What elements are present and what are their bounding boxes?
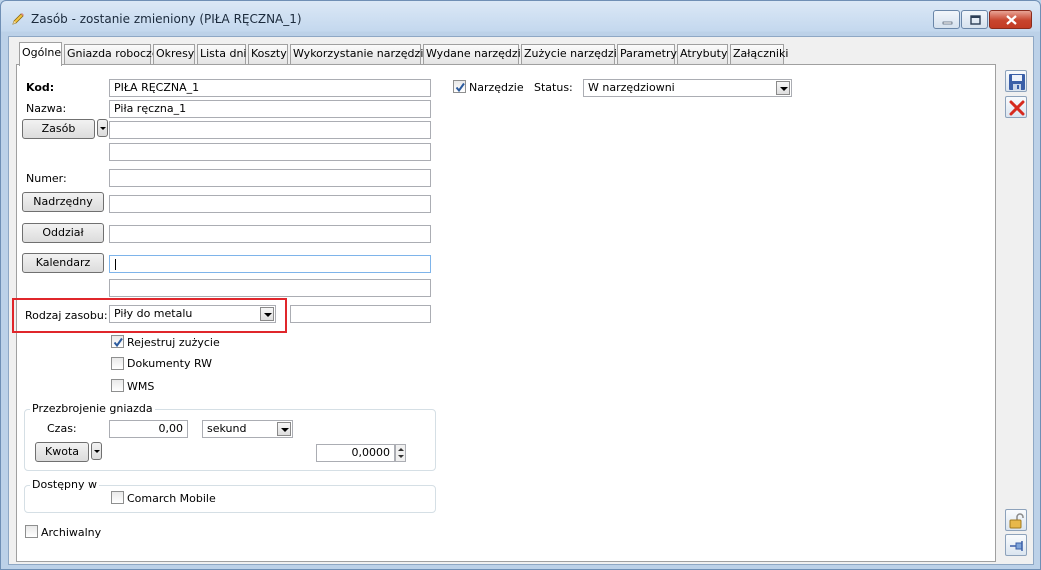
dostepny-group-title: Dostępny w: [30, 478, 99, 491]
pin-button[interactable]: [1005, 534, 1027, 556]
kalendarz-button[interactable]: Kalendarz: [22, 253, 104, 273]
pencil-icon: [10, 11, 26, 27]
oddzial-button-label: Oddział: [42, 226, 84, 239]
tab-wykorzystanie-narzedzia[interactable]: Wykorzystanie narzędzia: [290, 44, 430, 64]
kwota-spinner[interactable]: [395, 444, 406, 462]
chevron-down-icon: [94, 450, 100, 453]
kalendarz-button-label: Kalendarz: [35, 256, 91, 269]
tab-ogolne[interactable]: Ogólne: [19, 42, 62, 66]
kalendarz-field-2[interactable]: [109, 279, 431, 297]
tab-zuzycie-narzedzia[interactable]: Zużycie narzędzia: [521, 44, 624, 64]
zasob-dropdown-button[interactable]: [97, 119, 108, 137]
rodzaj-zasobu-label: Rodzaj zasobu:: [25, 309, 108, 322]
cancel-button[interactable]: [1005, 96, 1027, 118]
wms-checkbox[interactable]: [111, 379, 124, 392]
window-title: Zasób - zostanie zmieniony (PIŁA RĘCZNA_…: [31, 12, 302, 26]
close-icon: [1009, 100, 1025, 116]
archiwalny-label: Archiwalny: [41, 526, 102, 539]
save-button[interactable]: [1005, 70, 1027, 92]
rodzaj-zasobu-select[interactable]: Piły do metalu: [109, 305, 276, 323]
kod-label: Kod:: [26, 81, 55, 94]
czas-label: Czas:: [47, 422, 77, 435]
comarch-mobile-checkbox[interactable]: [111, 491, 124, 504]
pin-icon: [1010, 541, 1023, 551]
nadrzedny-field[interactable]: [109, 195, 431, 213]
title-bar[interactable]: Zasób - zostanie zmieniony (PIŁA RĘCZNA_…: [1, 1, 1040, 35]
tab-okresy[interactable]: Okresy: [153, 44, 195, 64]
rodzaj-zasobu-extra-field[interactable]: [290, 305, 431, 323]
narzedzie-checkbox[interactable]: [453, 80, 466, 93]
dialog-body: Ogólne Gniazda robocze Okresy Lista dni …: [8, 36, 1034, 565]
zasob-button[interactable]: Zasób: [22, 119, 95, 139]
oddzial-button[interactable]: Oddział: [22, 223, 104, 243]
kwota-field[interactable]: 0,0000: [316, 444, 395, 462]
narzedzie-label: Narzędzie: [469, 81, 524, 94]
maximize-button[interactable]: [961, 10, 988, 29]
zasob-field[interactable]: [109, 121, 431, 139]
comarch-mobile-label: Comarch Mobile: [127, 492, 216, 505]
czas-field[interactable]: 0,00: [109, 420, 188, 438]
numer-field[interactable]: [109, 169, 431, 187]
tab-koszty[interactable]: Koszty: [248, 44, 288, 64]
nazwa-field[interactable]: Piła ręczna_1: [109, 100, 431, 118]
zasob-field-2[interactable]: [109, 143, 431, 161]
numer-label: Numer:: [26, 172, 67, 185]
nadrzedny-button[interactable]: Nadrzędny: [22, 192, 104, 212]
status-value: W narzędziowni: [588, 81, 675, 94]
nazwa-label: Nazwa:: [26, 102, 67, 115]
czas-unit-select[interactable]: sekund: [202, 420, 293, 438]
kalendarz-field[interactable]: [109, 255, 431, 273]
lock-icon: [1009, 513, 1024, 529]
kwota-button-label: Kwota: [45, 445, 79, 458]
zasob-button-label: Zasób: [41, 122, 76, 135]
czas-unit-value: sekund: [207, 422, 247, 435]
status-select[interactable]: W narzędziowni: [583, 79, 792, 97]
dropdown-arrow-icon[interactable]: [776, 81, 790, 95]
save-icon: [1009, 74, 1025, 90]
tab-parametry[interactable]: Parametry: [617, 44, 677, 64]
tab-gniazda-robocze[interactable]: Gniazda robocze: [64, 44, 159, 64]
nadrzedny-button-label: Nadrzędny: [33, 195, 93, 208]
status-label: Status:: [534, 81, 573, 94]
oddzial-field[interactable]: [109, 225, 431, 243]
tab-zalaczniki[interactable]: Załączniki: [730, 44, 788, 64]
przezbrojenie-group-title: Przezbrojenie gniazda: [30, 402, 155, 415]
tab-panel-ogolne: Kod: PIŁA RĘCZNA_1 Nazwa: Piła ręczna_1 …: [12, 64, 996, 562]
dropdown-arrow-icon[interactable]: [260, 307, 274, 321]
tab-lista-dni[interactable]: Lista dni: [197, 44, 246, 64]
kwota-dropdown-button[interactable]: [91, 442, 102, 460]
dropdown-arrow-icon[interactable]: [277, 422, 291, 436]
tab-atrybuty[interactable]: Atrybuty: [677, 44, 728, 64]
kwota-button[interactable]: Kwota: [35, 442, 89, 462]
chevron-down-icon: [100, 127, 106, 130]
rejestruj-zuzycie-label: Rejestruj zużycie: [127, 336, 220, 349]
minimize-button[interactable]: [933, 10, 960, 29]
tab-wydane-narzedzia[interactable]: Wydane narzędzia: [423, 44, 527, 64]
dokumenty-rw-label: Dokumenty RW: [127, 357, 213, 370]
window: Zasób - zostanie zmieniony (PIŁA RĘCZNA_…: [0, 0, 1041, 570]
kod-field[interactable]: PIŁA RĘCZNA_1: [109, 79, 431, 97]
archiwalny-checkbox[interactable]: [25, 525, 38, 538]
rejestruj-zuzycie-checkbox[interactable]: [111, 335, 124, 348]
close-window-button[interactable]: [989, 10, 1032, 29]
lock-button[interactable]: [1005, 509, 1027, 531]
text-caret: [115, 259, 116, 270]
dokumenty-rw-checkbox[interactable]: [111, 357, 124, 370]
rodzaj-zasobu-value: Piły do metalu: [114, 307, 193, 320]
wms-label: WMS: [127, 380, 155, 393]
